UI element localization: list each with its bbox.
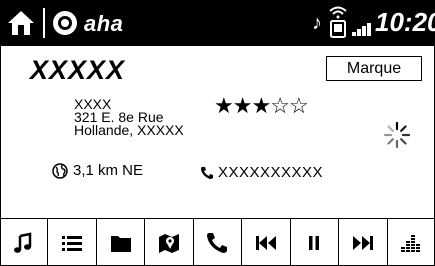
call-icon <box>207 232 228 253</box>
star-filled-icon: ★ <box>251 93 271 118</box>
star-empty-icon: ☆ <box>288 93 309 118</box>
next-icon <box>352 235 373 250</box>
phone-number-text: XXXXXXXXXX <box>218 164 324 181</box>
aha-logo-icon <box>53 11 77 35</box>
marque-button[interactable]: Marque <box>326 56 422 81</box>
folder-button[interactable] <box>97 219 146 266</box>
home-icon[interactable] <box>6 9 36 37</box>
distance-text: 3,1 km NE <box>73 162 144 179</box>
folder-icon <box>110 235 131 252</box>
station-address: XXXX 321 E. 8e Rue Hollande, XXXXX <box>74 97 184 138</box>
star-filled-icon: ★ <box>214 93 234 118</box>
music-note-icon: ♪ <box>312 12 322 34</box>
map-button[interactable] <box>145 219 194 266</box>
bottom-toolbar <box>0 218 435 266</box>
station-title: XXXXX <box>30 55 126 85</box>
star-rating: ★★★☆☆ <box>214 93 309 119</box>
signal-strength-icon <box>352 23 371 36</box>
star-filled-icon: ★ <box>232 93 253 118</box>
handset-icon <box>201 166 213 179</box>
pause-icon <box>309 235 320 250</box>
previous-button[interactable] <box>242 219 291 266</box>
list-button[interactable] <box>48 219 97 266</box>
equalizer-button[interactable] <box>388 219 435 266</box>
clock: 10:20 <box>375 7 435 37</box>
address-line-city: Hollande, XXXXX <box>74 122 184 138</box>
star-empty-icon: ☆ <box>270 93 290 118</box>
music-icon <box>13 231 31 253</box>
phone-number[interactable]: XXXXXXXXXX <box>200 164 323 181</box>
loading-spinner-icon <box>383 121 411 149</box>
next-button[interactable] <box>339 219 388 266</box>
pause-button[interactable] <box>291 219 340 266</box>
map-icon <box>159 233 180 253</box>
list-icon <box>62 235 83 251</box>
phone-wifi-icon <box>329 6 347 38</box>
status-bar: aha ♪ 10:20 <box>0 0 435 46</box>
music-button[interactable] <box>0 219 49 266</box>
equalizer-icon <box>401 234 421 252</box>
distance-info: 3,1 km NE <box>52 162 143 179</box>
previous-icon <box>255 235 276 250</box>
globe-icon <box>52 162 68 179</box>
call-button[interactable] <box>194 219 243 266</box>
status-separator <box>43 8 45 38</box>
app-name: aha <box>84 11 124 36</box>
